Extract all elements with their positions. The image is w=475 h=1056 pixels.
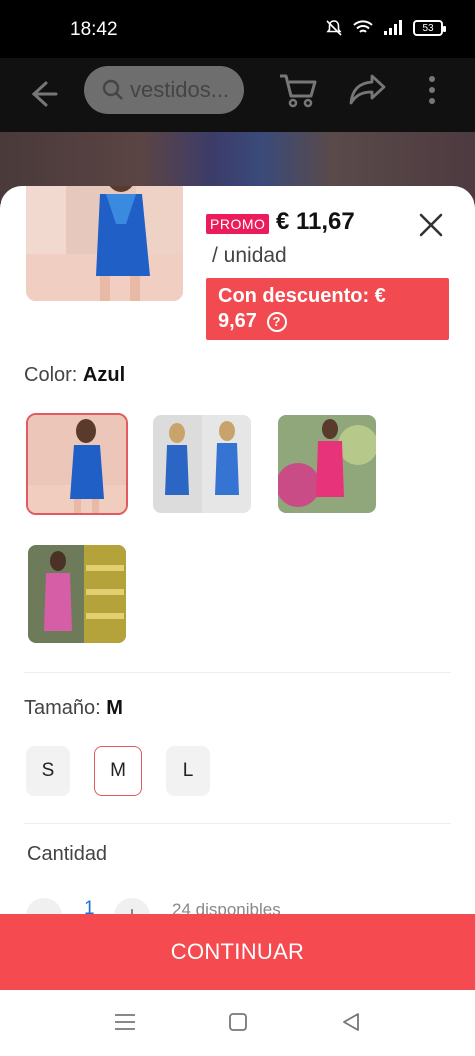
divider — [24, 672, 451, 673]
price: € 11,67 — [276, 208, 355, 235]
close-icon[interactable] — [416, 210, 446, 240]
color-option-3[interactable] — [276, 413, 378, 515]
signal-icon — [384, 20, 402, 35]
search-icon — [102, 79, 123, 100]
discount-value: 9,67 — [218, 310, 257, 332]
size-label-text: Tamaño: — [24, 697, 107, 719]
divider — [24, 823, 451, 824]
wifi-icon — [353, 20, 373, 33]
color-label: Color: Azul — [24, 364, 125, 387]
system-nav-bar — [0, 990, 475, 1056]
discount-banner: Con descuento: € 9,67 ? — [206, 278, 449, 340]
mute-bell-icon — [326, 20, 342, 36]
back-nav-icon[interactable] — [341, 1012, 361, 1032]
quantity-label: Cantidad — [27, 843, 108, 865]
continue-button[interactable]: CONTINUAR — [0, 914, 475, 990]
color-label-text: Color: — [24, 364, 83, 386]
home-icon[interactable] — [228, 1012, 248, 1032]
color-selected-value: Azul — [82, 364, 126, 386]
more-menu-icon[interactable] — [426, 72, 438, 108]
size-option-l[interactable]: L — [166, 746, 210, 796]
app-bar: vestidos... — [0, 58, 475, 132]
color-option-4[interactable] — [26, 543, 128, 645]
status-bar: 18:42 53 — [0, 0, 475, 58]
status-time: 18:42 — [70, 19, 118, 40]
battery-icon: 53 — [413, 20, 446, 36]
status-icons: 53 — [325, 19, 446, 37]
selected-product-image — [26, 186, 183, 301]
help-icon[interactable]: ? — [266, 311, 287, 332]
size-option-m[interactable]: M — [94, 746, 142, 796]
promo-badge: PROMO — [206, 214, 270, 234]
size-option-s[interactable]: S — [26, 746, 70, 796]
price-unit: / unidad — [212, 244, 287, 267]
share-icon[interactable] — [348, 70, 388, 110]
size-selected-value: M — [106, 697, 123, 719]
size-label: Tamaño: M — [24, 697, 123, 720]
battery-level: 53 — [422, 22, 434, 34]
recent-apps-icon[interactable] — [114, 1012, 136, 1032]
back-arrow-icon[interactable] — [24, 76, 60, 112]
color-option-1[interactable] — [26, 413, 128, 515]
search-placeholder: vestidos... — [130, 77, 230, 102]
discount-label: Con descuento: € — [218, 285, 386, 307]
cart-icon[interactable] — [278, 70, 318, 110]
search-input[interactable]: vestidos... — [84, 66, 244, 114]
color-option-2[interactable] — [151, 413, 253, 515]
